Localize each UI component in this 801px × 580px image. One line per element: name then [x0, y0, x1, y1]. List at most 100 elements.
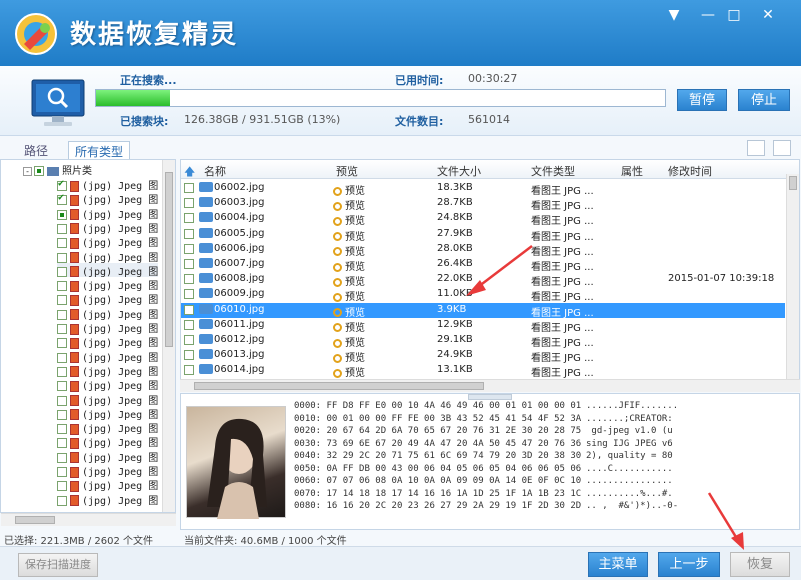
- file-checkbox[interactable]: [184, 319, 194, 330]
- tree-item[interactable]: (jpg) Jpeg 图: [57, 420, 158, 435]
- tree-item[interactable]: (jpg) Jpeg 图: [57, 277, 158, 292]
- tree-checkbox[interactable]: [57, 178, 67, 191]
- maximize-icon[interactable]: □: [724, 6, 744, 24]
- preview-link[interactable]: 预览: [333, 334, 365, 349]
- tree-checkbox[interactable]: [34, 166, 44, 176]
- tree-checkbox[interactable]: [57, 438, 67, 449]
- tree-item[interactable]: (jpg) Jpeg 图: [57, 320, 158, 335]
- file-checkbox[interactable]: [184, 259, 194, 269]
- tree-checkbox[interactable]: [57, 352, 67, 363]
- file-checkbox[interactable]: [184, 289, 194, 300]
- tree-hscroll-thumb[interactable]: [15, 516, 55, 524]
- file-checkbox[interactable]: [184, 243, 194, 254]
- pause-button[interactable]: 暂停: [677, 89, 727, 111]
- file-checkbox[interactable]: [184, 228, 194, 239]
- tree-checkbox[interactable]: [57, 209, 67, 220]
- preview-link[interactable]: 预览: [333, 228, 365, 243]
- file-row[interactable]: 06004.jpg 预览 24.8KB 看图王 JPG ...: [181, 211, 785, 227]
- tree-item[interactable]: (jpg) Jpeg 图: [57, 249, 158, 264]
- tree-checkbox[interactable]: [57, 467, 67, 477]
- tree-item[interactable]: (jpg) Jpeg 图: [57, 434, 158, 449]
- file-list-scroll-thumb[interactable]: [789, 176, 797, 190]
- preview-link[interactable]: 预览: [333, 197, 365, 212]
- tree-item[interactable]: (jpg) Jpeg 图: [57, 291, 158, 306]
- tree-checkbox[interactable]: [57, 338, 67, 349]
- tree-item[interactable]: (jpg) Jpeg 图: [57, 463, 158, 478]
- column-type[interactable]: 文件类型: [531, 163, 575, 179]
- tree-item[interactable]: (jpg) Jpeg 图: [57, 363, 158, 378]
- tree-item[interactable]: (jpg) Jpeg 图: [57, 191, 158, 206]
- tree-checkbox[interactable]: [57, 409, 67, 420]
- tree-hscrollbar[interactable]: [1, 513, 176, 526]
- column-mtime[interactable]: 修改时间: [668, 163, 712, 179]
- file-checkbox[interactable]: [184, 365, 194, 376]
- tree-scroll-thumb[interactable]: [165, 172, 173, 347]
- tree-checkbox[interactable]: [57, 266, 67, 277]
- tree-item[interactable]: (jpg) Jpeg 图: [57, 349, 158, 364]
- tree-checkbox[interactable]: [57, 281, 67, 292]
- file-row[interactable]: 06012.jpg 预览 29.1KB 看图王 JPG ...: [181, 333, 785, 349]
- preview-link[interactable]: 预览: [333, 364, 365, 379]
- preview-link[interactable]: 预览: [333, 212, 365, 227]
- tree-item[interactable]: (jpg) Jpeg 图: [57, 477, 158, 492]
- tree-checkbox[interactable]: [57, 395, 67, 406]
- file-list-hscrollbar[interactable]: [180, 379, 800, 392]
- file-row[interactable]: 06011.jpg 预览 12.9KB 看图王 JPG ...: [181, 318, 785, 334]
- tab-path[interactable]: 路径: [18, 141, 54, 159]
- file-row[interactable]: 06005.jpg 预览 27.9KB 看图王 JPG ...: [181, 227, 785, 243]
- tree-item[interactable]: (jpg) Jpeg 图: [57, 306, 158, 321]
- file-list-scrollbar[interactable]: [786, 174, 799, 379]
- sort-up-icon[interactable]: 🡅: [184, 163, 195, 182]
- save-scan-progress-button[interactable]: 保存扫描进度: [18, 553, 98, 577]
- tab-all-types[interactable]: 所有类型: [68, 141, 131, 159]
- file-checkbox[interactable]: [184, 213, 194, 224]
- tree-checkbox[interactable]: [57, 252, 67, 263]
- tree-checkbox[interactable]: [57, 238, 67, 249]
- preview-link[interactable]: 预览: [333, 182, 365, 197]
- file-checkbox[interactable]: [184, 335, 194, 345]
- tree-item[interactable]: (jpg) Jpeg 图: [57, 334, 158, 349]
- tree-item[interactable]: (jpg) Jpeg 图: [57, 492, 158, 507]
- tree-scrollbar[interactable]: [162, 160, 175, 512]
- previous-step-button[interactable]: 上一步: [658, 552, 720, 577]
- collapse-icon[interactable]: -: [23, 166, 32, 176]
- preview-link[interactable]: 预览: [333, 273, 365, 288]
- tree-item[interactable]: (jpg) Jpeg 图: [57, 449, 158, 464]
- minimize-icon[interactable]: —: [698, 6, 718, 24]
- file-checkbox[interactable]: [184, 274, 194, 285]
- preview-link[interactable]: 预览: [333, 243, 365, 258]
- tree-item[interactable]: (jpg) Jpeg 图: [57, 262, 159, 278]
- column-name[interactable]: 名称: [204, 163, 226, 179]
- thumbnail-view-icon[interactable]: [747, 140, 765, 156]
- file-row[interactable]: 06002.jpg 预览 18.3KB 看图王 JPG ...: [181, 181, 785, 197]
- tree-root-photos[interactable]: - 照片类: [23, 162, 92, 177]
- file-list-hscroll-thumb[interactable]: [194, 382, 484, 390]
- column-size[interactable]: 文件大小: [437, 163, 481, 179]
- tree-item[interactable]: (jpg) Jpeg 图: [57, 377, 158, 392]
- preview-link[interactable]: 预览: [333, 288, 365, 303]
- tree-checkbox[interactable]: [57, 223, 67, 234]
- file-row[interactable]: 06014.jpg 预览 13.1KB 看图王 JPG ...: [181, 363, 785, 379]
- file-checkbox[interactable]: [184, 183, 194, 193]
- tree-item[interactable]: (jpg) Jpeg 图: [57, 234, 158, 249]
- tree-checkbox[interactable]: [57, 192, 67, 206]
- tree-item[interactable]: (jpg) Jpeg 图: [57, 406, 158, 421]
- tree-item[interactable]: (jpg) Jpeg 图: [57, 220, 158, 235]
- file-row[interactable]: 06010.jpg 预览 3.9KB 看图王 JPG ...: [181, 302, 785, 319]
- preview-link[interactable]: 预览: [333, 349, 365, 364]
- tree-item[interactable]: (jpg) Jpeg 图: [57, 392, 158, 407]
- preview-link[interactable]: 预览: [333, 304, 365, 319]
- tree-item[interactable]: (jpg) Jpeg 图: [57, 206, 158, 221]
- file-checkbox[interactable]: [184, 304, 194, 315]
- close-icon[interactable]: ✕: [758, 6, 778, 24]
- preview-link[interactable]: 预览: [333, 319, 365, 334]
- tree-checkbox[interactable]: [57, 381, 67, 392]
- menu-dropdown-icon[interactable]: ▼: [664, 6, 684, 24]
- preview-link[interactable]: 预览: [333, 258, 365, 273]
- file-row[interactable]: 06003.jpg 预览 28.7KB 看图王 JPG ...: [181, 196, 785, 212]
- recover-button[interactable]: 恢复: [730, 552, 790, 577]
- main-menu-button[interactable]: 主菜单: [588, 552, 648, 577]
- column-attr[interactable]: 属性: [621, 163, 643, 179]
- file-checkbox[interactable]: [184, 350, 194, 361]
- tree-checkbox[interactable]: [57, 424, 67, 435]
